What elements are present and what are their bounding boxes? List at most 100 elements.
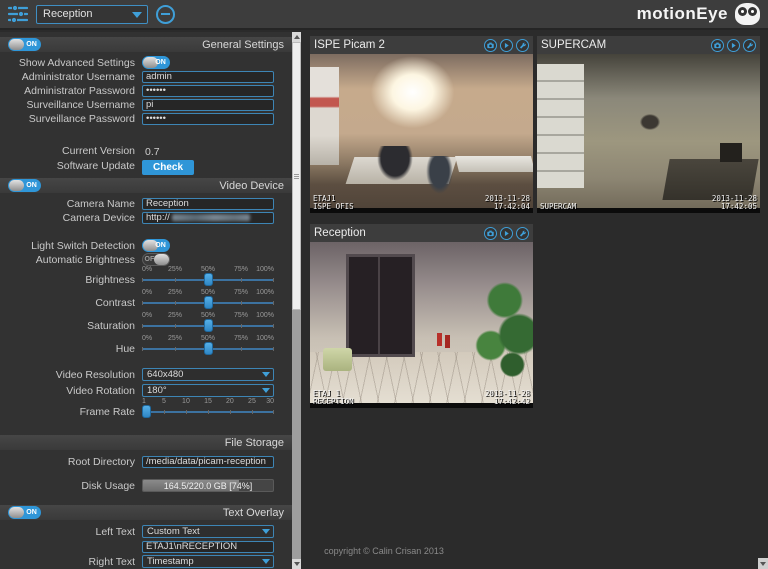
video-resolution-select[interactable]: 640x480: [142, 368, 274, 381]
camera-device-input[interactable]: http://: [142, 212, 274, 224]
surveillance-username-label: Surveillance Username: [0, 99, 142, 111]
admin-password-input[interactable]: ••••••: [142, 85, 274, 97]
play-icon: [502, 41, 511, 50]
minus-icon: [161, 13, 170, 15]
custom-text-input[interactable]: ETAJ1\nRECEPTION: [142, 541, 274, 553]
left-text-label: Left Text: [0, 526, 142, 538]
chevron-down-icon: [262, 372, 270, 377]
saturation-label: Saturation: [0, 320, 142, 332]
frame-rate-slider[interactable]: 1 5 10 15 20 25 30: [142, 398, 280, 418]
camera-icon: [486, 41, 495, 50]
slider-thumb[interactable]: [204, 342, 213, 355]
camera-frame-image[interactable]: ETAJ1 ISPE OFIS 2013-11-28 17:42:04: [310, 54, 533, 213]
camera-scene: [537, 54, 760, 213]
root-directory-label: Root Directory: [0, 456, 142, 468]
root-directory-input[interactable]: /media/data/picam-reception: [142, 456, 274, 468]
camera-select-dropdown[interactable]: Reception: [36, 5, 148, 24]
camera-grid: ISPE Picam 2: [301, 32, 768, 569]
camera-title-bar: Reception: [310, 224, 533, 242]
contrast-label: Contrast: [0, 297, 142, 309]
video-rotation-select[interactable]: 180°: [142, 384, 274, 397]
show-advanced-toggle[interactable]: ON: [142, 56, 170, 69]
surveillance-username-input[interactable]: pi: [142, 99, 274, 111]
camera-scene: [310, 242, 533, 408]
auto-brightness-label: Automatic Brightness: [0, 254, 142, 266]
playback-button[interactable]: [727, 39, 740, 52]
light-switch-toggle[interactable]: ON: [142, 239, 170, 252]
snapshot-button[interactable]: [484, 39, 497, 52]
camera-overlay-right: 2013-11-28 17:42:04: [485, 195, 530, 211]
surveillance-password-label: Surveillance Password: [0, 113, 142, 125]
app-title: motionEye: [637, 4, 728, 24]
scrollbar-thumb[interactable]: [292, 42, 301, 310]
scroll-up-arrow[interactable]: [292, 32, 301, 42]
admin-username-input[interactable]: admin: [142, 71, 274, 83]
snapshot-button[interactable]: [711, 39, 724, 52]
section-title: Video Device: [219, 180, 284, 192]
top-bar: Reception motionEye: [0, 0, 768, 30]
video-resolution-label: Video Resolution: [0, 369, 142, 381]
configure-button[interactable]: [516, 227, 529, 240]
camera-icon: [486, 229, 495, 238]
camera-title: SUPERCAM: [541, 39, 606, 51]
left-text-select[interactable]: Custom Text: [142, 525, 274, 538]
remove-camera-button[interactable]: [156, 5, 175, 24]
auto-brightness-toggle[interactable]: OFF: [142, 253, 170, 266]
text-overlay-toggle[interactable]: ON: [8, 506, 41, 519]
brightness-slider[interactable]: 0% 25% 50% 75% 100%: [142, 266, 280, 286]
admin-password-label: Administrator Password: [0, 85, 142, 97]
motioneye-app: Reception motionEye ON General Settings …: [0, 0, 768, 569]
current-version-label: Current Version: [0, 145, 142, 157]
section-text-overlay: ON Text Overlay: [0, 505, 292, 520]
hue-label: Hue: [0, 343, 142, 355]
disk-usage-label: Disk Usage: [0, 480, 142, 492]
scrollbar-corner[interactable]: [758, 558, 768, 569]
camera-frame-image[interactable]: SUPERCAM 2013-11-28 17:42:05: [537, 54, 760, 213]
light-switch-label: Light Switch Detection: [0, 240, 142, 252]
snapshot-button[interactable]: [484, 227, 497, 240]
general-settings-toggle[interactable]: ON: [8, 38, 41, 51]
section-title: File Storage: [225, 437, 284, 449]
software-update-label: Software Update: [0, 160, 142, 172]
chevron-down-icon: [262, 388, 270, 393]
camera-panel: ISPE Picam 2: [310, 36, 533, 213]
surveillance-password-input[interactable]: ••••••: [142, 113, 274, 125]
camera-icon: [713, 41, 722, 50]
playback-button[interactable]: [500, 39, 513, 52]
chevron-down-icon: [132, 12, 142, 18]
section-title: Text Overlay: [223, 507, 284, 519]
camera-title: Reception: [314, 227, 366, 239]
slider-thumb[interactable]: [142, 405, 151, 418]
configure-button[interactable]: [516, 39, 529, 52]
slider-thumb[interactable]: [204, 273, 213, 286]
hue-slider[interactable]: 0% 25% 50% 75% 100%: [142, 335, 280, 355]
camera-title: ISPE Picam 2: [314, 39, 385, 51]
camera-name-label: Camera Name: [0, 198, 142, 210]
sidebar-scrollbar[interactable]: [292, 32, 301, 569]
camera-frame-image[interactable]: ETAJ 1 RECEPTION 2013-11-28 17:42:42: [310, 242, 533, 408]
scroll-down-arrow[interactable]: [292, 559, 301, 569]
camera-select-value: Reception: [43, 8, 93, 20]
play-icon: [502, 229, 511, 238]
camera-overlay-left: ETAJ 1 RECEPTION: [313, 390, 354, 406]
camera-panel: Reception: [310, 224, 533, 408]
contrast-slider[interactable]: 0% 25% 50% 75% 100%: [142, 289, 280, 309]
copyright-text: copyright © Calin Crisan 2013: [324, 546, 444, 556]
slider-thumb[interactable]: [204, 319, 213, 332]
settings-sliders-icon[interactable]: [8, 4, 28, 24]
brightness-label: Brightness: [0, 274, 142, 286]
chevron-down-icon: [262, 559, 270, 564]
slider-thumb[interactable]: [204, 296, 213, 309]
play-icon: [729, 41, 738, 50]
check-update-button[interactable]: Check: [142, 160, 194, 175]
saturation-slider[interactable]: 0% 25% 50% 75% 100%: [142, 312, 280, 332]
camera-name-input[interactable]: Reception: [142, 198, 274, 210]
frame-rate-label: Frame Rate: [0, 406, 142, 418]
wrench-icon: [518, 41, 527, 50]
video-device-toggle[interactable]: ON: [8, 179, 41, 192]
playback-button[interactable]: [500, 227, 513, 240]
camera-overlay-right: 2013-11-28 17:42:42: [485, 390, 530, 406]
redacted-url: [172, 214, 250, 221]
configure-button[interactable]: [743, 39, 756, 52]
right-text-select[interactable]: Timestamp: [142, 555, 274, 568]
